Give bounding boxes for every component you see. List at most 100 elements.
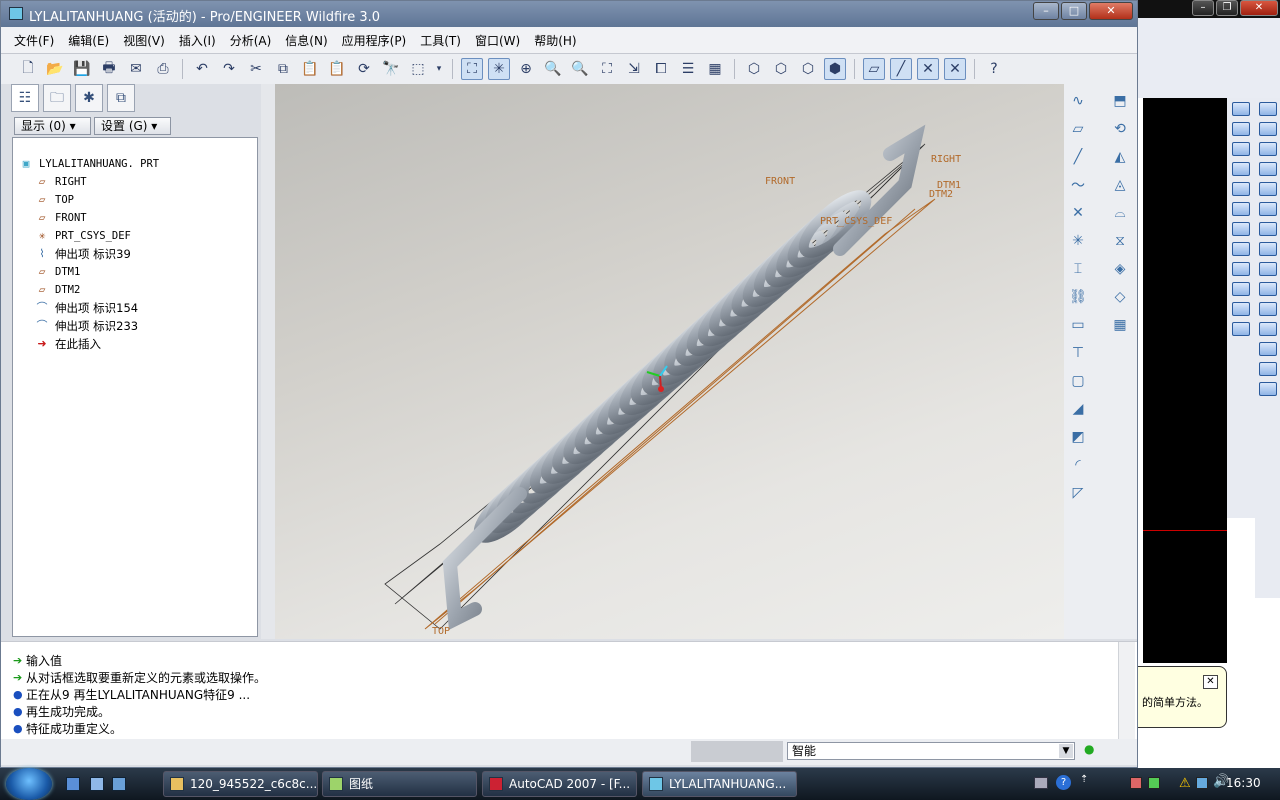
taskbar-item[interactable]: AutoCAD 2007 - [F... [482, 771, 637, 797]
autocad-drawing-area[interactable] [1143, 98, 1227, 663]
menu-view[interactable]: 视图(V) [116, 32, 172, 49]
regenerate-icon[interactable]: ⟳ [353, 58, 375, 80]
spline-icon[interactable] [1232, 222, 1250, 236]
tree-item[interactable]: ▱ RIGHT [13, 173, 257, 191]
arc-icon[interactable] [1232, 182, 1250, 196]
refit-icon[interactable]: ⛶ [596, 58, 618, 80]
tooltip-close-button[interactable]: ✕ [1203, 675, 1218, 689]
undo-icon[interactable]: ↶ [191, 58, 213, 80]
menu-info[interactable]: 信息(N) [278, 32, 334, 49]
connections-tab-icon[interactable]: ⧉ [107, 84, 135, 112]
hatch-icon[interactable] [1232, 302, 1250, 316]
orient-mode-icon[interactable]: ⊕ [515, 58, 537, 80]
taskbar-item-active[interactable]: LYLALITANHUANG... [642, 771, 797, 797]
datum-plane-tool-icon[interactable]: ▱ [1067, 118, 1089, 140]
minimize-button[interactable]: – [1033, 2, 1059, 20]
stretch-icon[interactable] [1258, 262, 1277, 276]
pattern-icon[interactable]: ▦ [1109, 314, 1131, 336]
menu-window[interactable]: 窗口(W) [468, 32, 527, 49]
insert-block-icon[interactable] [1232, 262, 1250, 276]
minimize-button[interactable]: – [1192, 0, 1214, 16]
datum-axis-tool-icon[interactable]: ╱ [1067, 146, 1089, 168]
help-icon[interactable]: ? [1056, 775, 1071, 790]
mirror-icon[interactable] [1258, 142, 1277, 156]
show-dropdown[interactable]: 显示 (0) ▾ [14, 117, 91, 135]
quick-launch-icon[interactable] [66, 777, 80, 791]
close-button[interactable]: ✕ [1089, 2, 1133, 20]
ellipse-icon[interactable] [1232, 242, 1250, 256]
explode-icon[interactable] [1258, 382, 1277, 396]
point-icon[interactable] [1232, 282, 1250, 296]
folder-browser-tab-icon[interactable]: 🗀 [43, 84, 71, 112]
menu-file[interactable]: 文件(F) [7, 32, 61, 49]
menu-help[interactable]: 帮助(H) [527, 32, 583, 49]
extrude-icon[interactable]: ⬒ [1109, 90, 1131, 112]
selection-box-icon[interactable]: ⬚ [407, 58, 429, 80]
boundary-blend-icon[interactable]: ◬ [1109, 174, 1131, 196]
mirror-tool-icon[interactable]: ⧖ [1109, 230, 1131, 252]
tree-item[interactable]: ▱ TOP [13, 191, 257, 209]
panel-splitter[interactable] [261, 84, 275, 639]
chamfer-icon[interactable]: ◸ [1067, 482, 1089, 504]
menu-applications[interactable]: 应用程序(P) [335, 32, 414, 49]
send-attachment-icon[interactable]: ⎙ [152, 58, 174, 80]
rotate-icon[interactable] [1258, 222, 1277, 236]
new-file-icon[interactable]: 🗋 [17, 58, 39, 80]
rib-icon[interactable]: ◢ [1067, 398, 1089, 420]
reorient-icon[interactable]: ⇲ [623, 58, 645, 80]
move-icon[interactable] [1258, 202, 1277, 216]
tray-icon[interactable] [1130, 777, 1142, 789]
find-icon[interactable]: 🔭 [380, 58, 402, 80]
hole-icon[interactable]: ⊤ [1067, 342, 1089, 364]
show-desktop-icon[interactable] [90, 777, 104, 791]
zoom-out-icon[interactable]: 🔍 [569, 58, 591, 80]
chevron-down-icon[interactable]: ▾ [434, 58, 444, 80]
datum-points-toggle-icon[interactable]: ✕ [917, 58, 939, 80]
break-icon[interactable] [1258, 322, 1277, 336]
tree-item[interactable]: ⌇ 伸出项 标识39 [13, 245, 257, 263]
save-icon[interactable]: 💾 [71, 58, 93, 80]
selection-filter[interactable]: 智能 ▼ [787, 742, 1075, 760]
datum-planes-toggle-icon[interactable]: ▱ [863, 58, 885, 80]
maximize-button[interactable]: □ [1061, 2, 1087, 20]
menu-analysis[interactable]: 分析(A) [223, 32, 279, 49]
hidden-line-icon[interactable]: ⬡ [770, 58, 792, 80]
analysis-feature-icon[interactable]: ⌶ [1067, 258, 1089, 280]
settings-dropdown[interactable]: 设置 (G) ▾ [94, 117, 171, 135]
polyline-icon[interactable] [1232, 122, 1250, 136]
menu-insert[interactable]: 插入(I) [172, 32, 223, 49]
restore-button[interactable]: ❐ [1216, 0, 1238, 16]
favorites-tab-icon[interactable]: ✱ [75, 84, 103, 112]
message-scrollbar[interactable] [1118, 642, 1135, 739]
offset-icon[interactable] [1258, 162, 1277, 176]
sketch-tool-icon[interactable]: ▭ [1067, 314, 1089, 336]
close-button[interactable]: ✕ [1240, 0, 1278, 16]
tray-arrow-icon[interactable]: ⇡ [1080, 774, 1088, 785]
rectangle-icon[interactable] [1232, 162, 1250, 176]
insert-link-icon[interactable]: ⛓ [1067, 286, 1089, 308]
zoom-in-icon[interactable]: 🔍 [542, 58, 564, 80]
switch-windows-icon[interactable] [112, 777, 126, 791]
erase-icon[interactable] [1258, 102, 1277, 116]
print-icon[interactable]: 🖶 [98, 58, 120, 80]
polygon-icon[interactable] [1232, 142, 1250, 156]
model-tree-tab-icon[interactable]: ☷ [11, 84, 39, 112]
shell-icon[interactable]: ▢ [1067, 370, 1089, 392]
paste-icon[interactable]: 📋 [299, 58, 321, 80]
csys-toggle-icon[interactable]: ✕ [944, 58, 966, 80]
line-icon[interactable] [1232, 102, 1250, 116]
network-icon[interactable] [1196, 777, 1208, 789]
wireframe-icon[interactable]: ⬡ [743, 58, 765, 80]
chevron-down-icon[interactable]: ▼ [1059, 744, 1073, 758]
trim-tool-icon[interactable]: ◇ [1109, 286, 1131, 308]
fillet-icon[interactable] [1258, 362, 1277, 376]
datum-curve-icon[interactable]: 〜 [1067, 174, 1089, 196]
draft-icon[interactable]: ◩ [1067, 426, 1089, 448]
copy-icon[interactable] [1258, 122, 1277, 136]
redo-icon[interactable]: ↷ [218, 58, 240, 80]
context-help-icon[interactable]: ? [983, 58, 1005, 80]
tree-item[interactable]: ⌒ 伸出项 标识154 [13, 299, 257, 317]
copy-icon[interactable]: ⧉ [272, 58, 294, 80]
tree-item[interactable]: ▣ LYLALITANHUANG. PRT [13, 155, 257, 173]
keyboard-icon[interactable] [1034, 777, 1048, 789]
